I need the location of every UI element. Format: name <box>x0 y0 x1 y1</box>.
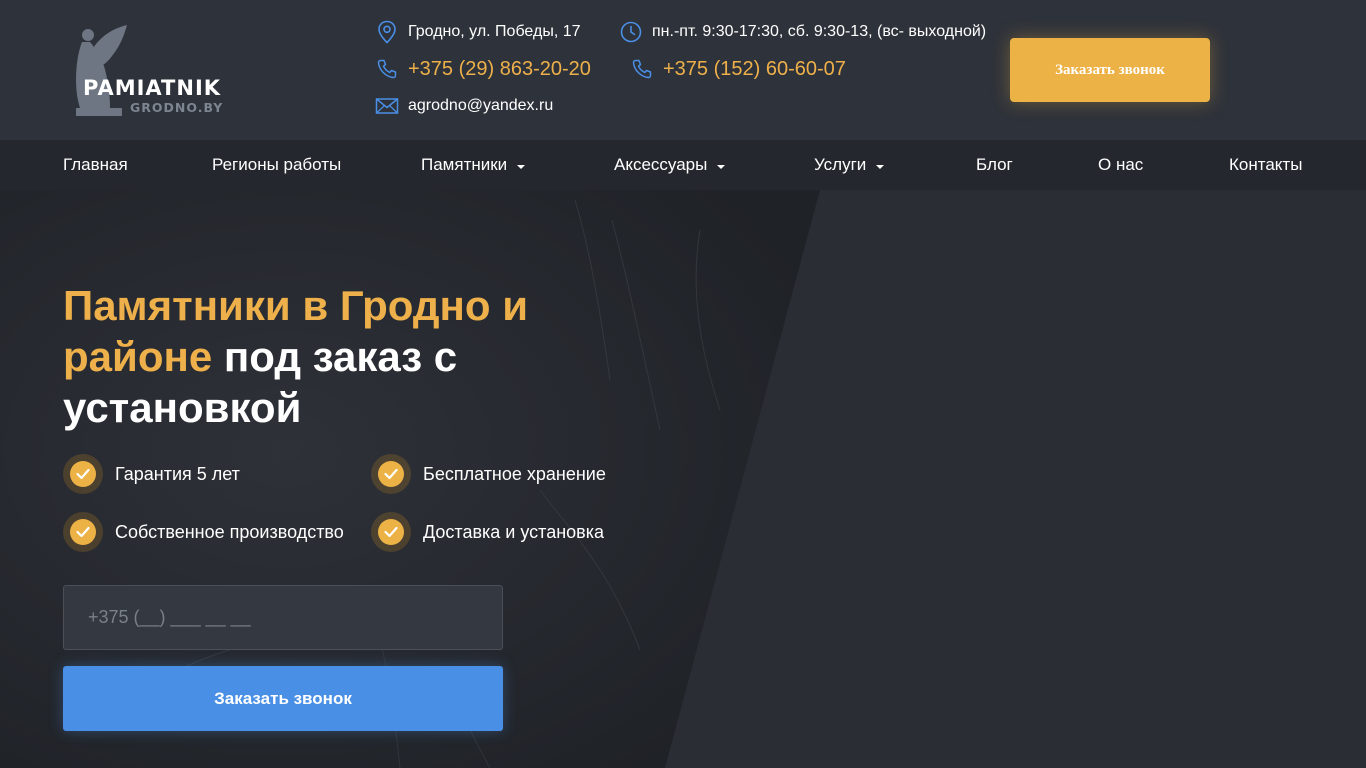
site-header: PAMIATNIK GRODNO.BY Гродно, ул. Победы, … <box>0 0 1366 140</box>
nav-item-blog[interactable]: Блог <box>976 140 1013 190</box>
nav-item-home[interactable]: Главная <box>63 140 128 190</box>
chevron-down-icon <box>517 165 526 169</box>
nav-item-regions[interactable]: Регионы работы <box>212 140 341 190</box>
check-icon <box>63 512 103 552</box>
nav-item-label: Блог <box>976 155 1013 174</box>
city-phone-row[interactable]: +375 (152) 60-60-07 <box>630 57 846 81</box>
hours-text: пн.-пт. 9:30-17:30, сб. 9:30-13, (вс- вы… <box>652 23 987 40</box>
nav-item-label: Главная <box>63 155 128 174</box>
city-phone-link[interactable]: +375 (152) 60-60-07 <box>663 58 846 81</box>
feature-label: Доставка и установка <box>423 521 605 542</box>
feature-item: Бесплатное хранение <box>371 454 606 494</box>
feature-label: Гарантия 5 лет <box>115 463 240 484</box>
nav-item-about[interactable]: О нас <box>1098 140 1143 190</box>
mobile-phone-row[interactable]: +375 (29) 863-20-20 <box>375 57 591 81</box>
check-icon <box>371 512 411 552</box>
hero-section: Памятники в Гродно и районе под заказ с … <box>0 190 1366 768</box>
phone-icon <box>375 57 399 81</box>
email-row[interactable]: agrodno@yandex.ru <box>375 94 553 118</box>
clock-icon <box>619 20 643 44</box>
email-link[interactable]: agrodno@yandex.ru <box>408 97 553 115</box>
nav-item-monuments[interactable]: Памятники <box>421 140 526 190</box>
nav-item-services[interactable]: Услуги <box>814 140 885 190</box>
nav-item-accessories[interactable]: Аксессуары <box>614 140 726 190</box>
check-icon <box>63 454 103 494</box>
nav-item-label: Услуги <box>814 155 867 174</box>
feature-item: Доставка и установка <box>371 512 604 552</box>
feature-label: Собственное производство <box>115 521 344 542</box>
feature-item: Гарантия 5 лет <box>63 454 240 494</box>
chevron-down-icon <box>876 165 885 169</box>
map-pin-icon <box>375 20 399 44</box>
header-callback-button[interactable]: Заказать звонок <box>1010 38 1210 102</box>
hero-title: Памятники в Гродно и районе под заказ с … <box>63 280 583 433</box>
feature-item: Собственное производство <box>63 512 344 552</box>
hours-row: пн.-пт. 9:30-17:30, сб. 9:30-13, (вс- вы… <box>619 20 986 44</box>
check-icon <box>371 454 411 494</box>
main-nav: Главная Регионы работы Памятники Аксессу… <box>0 140 1366 190</box>
hero-callback-button[interactable]: Заказать звонок <box>63 666 503 731</box>
phone-icon <box>630 57 654 81</box>
phone-input[interactable] <box>63 585 503 650</box>
nav-item-label: Контакты <box>1229 155 1303 174</box>
address-text: Гродно, ул. Победы, 17 <box>408 23 581 40</box>
nav-item-label: О нас <box>1098 155 1144 174</box>
chevron-down-icon <box>717 165 726 169</box>
nav-item-label: Регионы работы <box>212 155 342 174</box>
logo-domain: GRODNO.BY <box>130 100 224 115</box>
nav-item-contacts[interactable]: Контакты <box>1229 140 1302 190</box>
nav-item-label: Памятники <box>421 155 508 174</box>
envelope-icon <box>375 94 399 118</box>
feature-label: Бесплатное хранение <box>423 463 606 484</box>
nav-item-label: Аксессуары <box>614 155 708 174</box>
logo-title: PAMIATNIK <box>83 76 222 100</box>
address-row: Гродно, ул. Победы, 17 <box>375 20 581 44</box>
mobile-phone-link[interactable]: +375 (29) 863-20-20 <box>408 58 591 81</box>
site-logo[interactable]: PAMIATNIK GRODNO.BY <box>70 22 240 118</box>
